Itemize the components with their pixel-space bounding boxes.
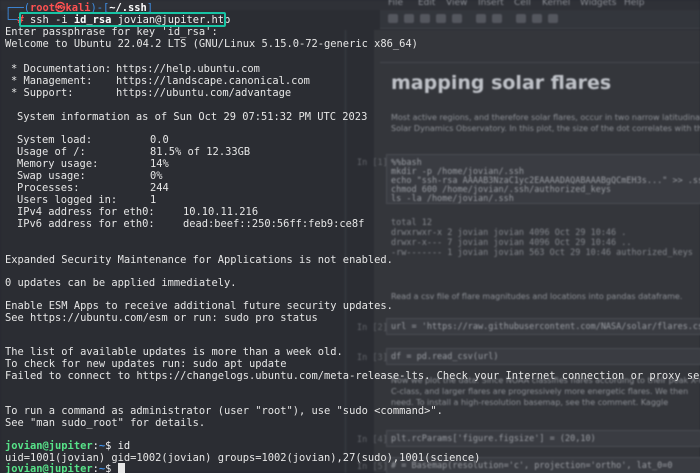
sysinfo-value: 10.10.11.216	[183, 206, 259, 218]
esm-apps-line: See https://ubuntu.com/esm or run: sudo …	[5, 312, 318, 324]
update-list-line: Failed to connect to https://changelogs.…	[5, 370, 700, 382]
jovian-user-host: jovian@jupiter	[5, 440, 93, 452]
sysinfo-label: Users logged in:	[17, 194, 118, 206]
jovian-prompt-line: jovian@jupiter:~$ id	[5, 440, 131, 452]
sysinfo-value: 1	[150, 194, 157, 206]
updates-notice: 0 updates can be applied immediately.	[5, 277, 237, 289]
support-link-label: * Support:	[11, 87, 74, 99]
sudo-hint-line: To run a command as administrator (user …	[5, 405, 443, 417]
sysinfo-label: Usage of /:	[17, 146, 86, 158]
sysinfo-header: System information as of Sun Oct 29 07:5…	[17, 111, 368, 123]
sysinfo-label: IPv6 address for eth0:	[17, 218, 155, 230]
sysinfo-value: dead:beef::250:56ff:feb9:ce8f	[183, 218, 365, 230]
doc-link-url[interactable]: https://help.ubuntu.com	[116, 63, 260, 76]
terminal-cursor	[118, 463, 125, 473]
sysinfo-label: System load:	[17, 134, 93, 146]
sysinfo-value: 81.5% of 12.33GB	[150, 146, 251, 158]
sysinfo-value: 0.0	[150, 134, 169, 146]
support-link-url[interactable]: https://ubuntu.com/advantage	[116, 87, 291, 100]
id-command: id	[117, 440, 131, 452]
sysinfo-label: Processes:	[17, 182, 80, 194]
sudo-hint-line: See "man sudo_root" for details.	[5, 417, 206, 429]
sysinfo-value: 14%	[150, 158, 169, 170]
jovian-prompt-current: jovian@jupiter:~$	[5, 463, 112, 473]
sysinfo-value: 244	[150, 182, 169, 194]
sysinfo-label: Swap usage:	[17, 170, 86, 182]
command-highlight-box	[19, 12, 226, 27]
update-list-line: The list of available updates is more th…	[5, 346, 343, 358]
sysinfo-label: Memory usage:	[17, 158, 99, 170]
management-link-label: * Management:	[11, 75, 93, 87]
terminal[interactable]: ┌──(root㉿kali)-[~/.ssh] └─# ssh -i id_rs…	[0, 0, 700, 473]
screen: File Edit View Insert Cell Kernel Widget…	[0, 0, 700, 473]
esm-apps-line: Enable ESM Apps to receive additional fu…	[5, 300, 393, 312]
doc-link-label: * Documentation:	[11, 63, 112, 75]
sysinfo-value: 0%	[150, 170, 163, 182]
esm-notice: Expanded Security Maintenance for Applic…	[5, 254, 393, 266]
welcome-line: Welcome to Ubuntu 22.04.2 LTS (GNU/Linux…	[5, 38, 418, 50]
passphrase-prompt: Enter passphrase for key 'id_rsa':	[5, 26, 218, 38]
management-link-url[interactable]: https://landscape.canonical.com	[116, 75, 310, 88]
sysinfo-label: IPv4 address for eth0:	[17, 206, 155, 218]
update-list-line: To check for new updates run: sudo apt u…	[5, 358, 287, 370]
